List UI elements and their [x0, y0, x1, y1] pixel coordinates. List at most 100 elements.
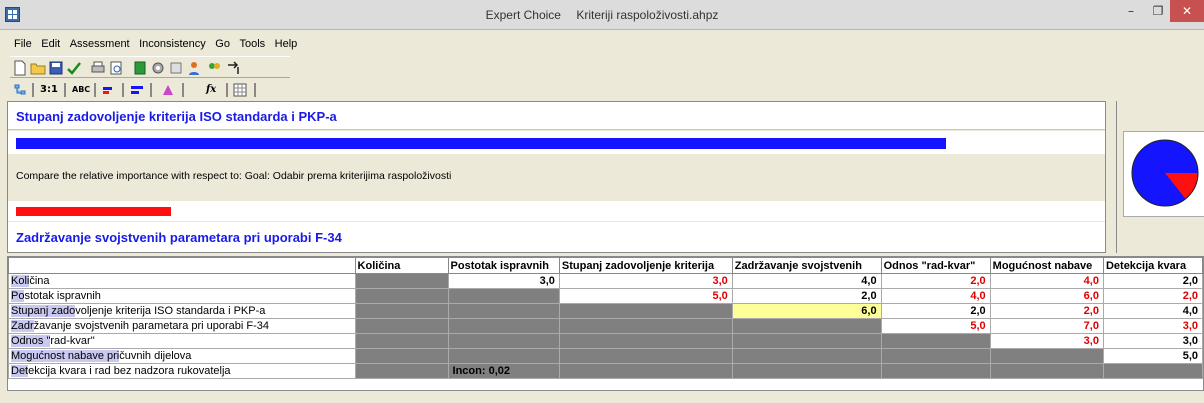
column-header[interactable]: Detekcija kvara	[1102, 257, 1203, 274]
new-file-icon[interactable]	[12, 60, 28, 76]
right-importance-bar[interactable]	[16, 207, 171, 216]
row-label-text: rad-kvar"	[50, 335, 95, 347]
close-button[interactable]: ✕	[1170, 0, 1204, 22]
judgment-cell[interactable]: 3,0	[1102, 318, 1203, 334]
judgment-cell[interactable]: 5,0	[558, 288, 733, 304]
disabled-cell	[880, 348, 991, 364]
column-header[interactable]: Stupanj zadovoljenje kriterija	[558, 257, 733, 274]
tree-icon[interactable]	[12, 82, 28, 98]
judgment-cell[interactable]: 4,0	[731, 273, 882, 289]
menu-help[interactable]: Help	[275, 38, 298, 50]
app-name: Expert Choice	[485, 8, 561, 22]
menu-go[interactable]: Go	[215, 38, 230, 50]
minimize-button[interactable]: –	[1116, 0, 1146, 22]
disabled-cell	[880, 363, 991, 379]
disabled-cell	[354, 363, 449, 379]
formula-tab[interactable]: fx	[206, 82, 216, 98]
right-bar-row	[8, 201, 1105, 221]
judgment-cell[interactable]: 2,0	[1102, 273, 1203, 289]
judgment-cell[interactable]: 2,0	[1102, 288, 1203, 304]
disabled-cell	[731, 348, 882, 364]
row-label[interactable]: Detekcija kvara i rad bez nadzora rukova…	[8, 363, 356, 379]
matrix-row: Količina 3,0 3,0 4,0 2,0 4,0 2,0	[8, 273, 1203, 289]
judgment-cell[interactable]: 5,0	[1102, 348, 1203, 364]
row-label[interactable]: Zadržavanje svojstvenih parametara pri u…	[8, 318, 356, 334]
menu-bar: File Edit Assessment Inconsistency Go To…	[0, 37, 1204, 55]
judgment-cell[interactable]: 4,0	[880, 288, 991, 304]
matrix-row: Stupanj zadovoljenje kriterija ISO stand…	[8, 303, 1203, 319]
matrix-row: Zadržavanje svojstvenih parametara pri u…	[8, 318, 1203, 334]
matrix-row: Mogućnost nabave pričuvnih dijelova 5,0	[8, 348, 1203, 364]
menu-edit[interactable]: Edit	[41, 38, 60, 50]
numerical-icon[interactable]	[102, 82, 118, 98]
menu-file[interactable]: File	[14, 38, 32, 50]
disabled-cell	[447, 303, 560, 319]
left-criterion-header: Stupanj zadovoljenje kriterija ISO stand…	[8, 102, 1105, 130]
column-header[interactable]: Zadržavanje svojstvenih	[731, 257, 882, 274]
disabled-cell	[447, 333, 560, 349]
row-label[interactable]: Količina	[8, 273, 356, 289]
left-criterion-title: Stupanj zadovoljenje kriterija ISO stand…	[16, 109, 337, 124]
toolbar-separator	[254, 83, 256, 97]
judgment-cell[interactable]: 5,0	[880, 318, 991, 334]
print-preview-icon[interactable]	[108, 60, 124, 76]
judgment-cell[interactable]: 3,0	[447, 273, 560, 289]
judgment-cell[interactable]: 3,0	[558, 273, 733, 289]
toolbar-separator	[182, 83, 184, 97]
model-icon[interactable]	[132, 60, 148, 76]
users-icon[interactable]	[206, 60, 222, 76]
disabled-cell	[354, 288, 449, 304]
save-icon[interactable]	[48, 60, 64, 76]
graphical-icon[interactable]	[160, 82, 176, 98]
column-header[interactable]: Količina	[354, 257, 449, 274]
disabled-cell	[731, 363, 882, 379]
judgment-cell[interactable]: 2,0	[880, 273, 991, 289]
matrix-header-row: Količina Postotak ispravnih Stupanj zadovo…	[8, 257, 1203, 274]
judgment-cell[interactable]: 2,0	[731, 288, 882, 304]
compare-prompt: Compare the relative importance with res…	[16, 170, 452, 182]
pairwise-table: Količina Postotak ispravnih Stupanj zadovo…	[8, 257, 1203, 379]
disabled-cell	[447, 318, 560, 334]
row-label[interactable]: Odnos "rad-kvar"	[8, 333, 356, 349]
column-header[interactable]: Mogućnost nabave	[989, 257, 1104, 274]
verbal-icon[interactable]	[130, 82, 146, 98]
inconsistency-value[interactable]: Incon: 0,02	[447, 363, 560, 379]
judgment-cell[interactable]: 3,0	[989, 333, 1104, 349]
matrix-corner	[8, 257, 356, 274]
row-label[interactable]: Stupanj zadovoljenje kriterija ISO stand…	[8, 303, 356, 319]
row-label-highlight: Odnos "	[11, 335, 51, 347]
arrow-up-icon[interactable]	[226, 60, 242, 76]
maximize-button[interactable]: ❐	[1143, 0, 1173, 22]
disabled-cell	[558, 303, 733, 319]
judgment-cell[interactable]: 4,0	[1102, 303, 1203, 319]
left-importance-bar[interactable]	[16, 138, 946, 149]
judgment-cell[interactable]: 6,0	[989, 288, 1104, 304]
ratio-tab[interactable]: 3:1	[40, 82, 58, 98]
open-folder-icon[interactable]	[30, 60, 46, 76]
participants-icon[interactable]	[186, 60, 202, 76]
menu-inconsistency[interactable]: Inconsistency	[139, 38, 206, 50]
disabled-cell	[731, 318, 882, 334]
checkmark-icon[interactable]	[66, 60, 82, 76]
judgment-cell[interactable]: 7,0	[989, 318, 1104, 334]
row-label[interactable]: Mogućnost nabave pričuvnih dijelova	[8, 348, 356, 364]
toolbar-separator	[226, 83, 228, 97]
disabled-cell	[354, 303, 449, 319]
menu-assessment[interactable]: Assessment	[70, 38, 130, 50]
window-title: Expert Choice Kriteriji raspoloživosti.a…	[0, 8, 1204, 22]
gear-icon[interactable]	[150, 60, 166, 76]
settings-icon[interactable]	[168, 60, 184, 76]
judgment-cell[interactable]: 2,0	[880, 303, 991, 319]
menu-tools[interactable]: Tools	[239, 38, 265, 50]
selected-judgment-cell[interactable]: 6,0	[731, 303, 882, 319]
column-header[interactable]: Postotak ispravnih	[447, 257, 560, 274]
row-label[interactable]: Postotak ispravnih	[8, 288, 356, 304]
judgment-cell[interactable]: 3,0	[1102, 333, 1203, 349]
print-icon[interactable]	[90, 60, 106, 76]
abc-tab[interactable]: ABC	[72, 82, 90, 98]
judgment-cell[interactable]: 4,0	[989, 273, 1104, 289]
column-header[interactable]: Odnos "rad-kvar"	[880, 257, 991, 274]
grid-icon[interactable]	[232, 82, 248, 98]
judgment-cell[interactable]: 2,0	[989, 303, 1104, 319]
main-toolbar	[10, 56, 290, 78]
